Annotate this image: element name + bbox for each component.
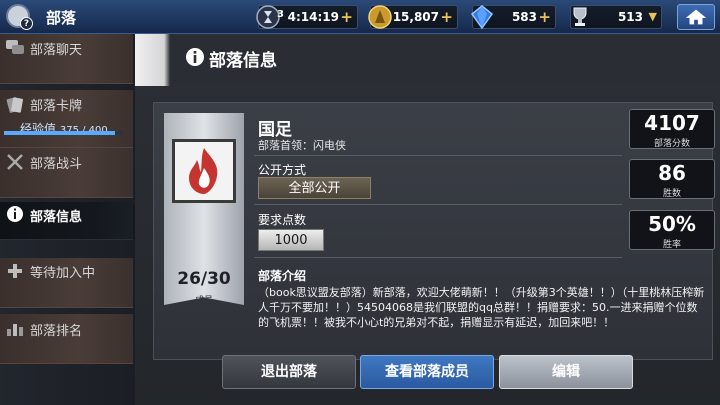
gold-value: 15,807 [392, 10, 439, 24]
stat-value: 4107 [644, 111, 700, 135]
header-band: 部落信息 [135, 34, 720, 86]
xp-progress-fill [4, 131, 115, 135]
help-icon[interactable]: ? [20, 17, 33, 30]
cards-icon [6, 97, 23, 113]
gold-plus-icon[interactable]: + [440, 8, 453, 26]
divider [254, 155, 622, 156]
timer-badge: 3 [277, 9, 284, 20]
required-points-label: 要求点数 [258, 213, 307, 227]
stat-wins: 86 胜数 [629, 159, 715, 199]
timer-resource[interactable]: 3 4:14:19 + [256, 5, 358, 29]
member-count-label: 成员 [194, 296, 213, 306]
gems-value: 583 [511, 10, 537, 24]
sidebar-item-ranking[interactable]: 部落排名 [0, 314, 133, 364]
clan-leader: 部落首领：闪电侠 [258, 139, 346, 152]
sidebar-item-label: 部落战斗 [30, 157, 83, 172]
divider [254, 204, 622, 205]
main-panel: 部落信息 26/30 成员 国足 部落首领：闪电侠 公开方式 全部公开 要求点数… [135, 34, 720, 405]
gold-coin-icon [368, 5, 392, 29]
page-title: 部落 [46, 9, 77, 27]
stat-caption: 部落分数 [653, 139, 690, 149]
trophy-icon [573, 7, 587, 26]
home-icon [685, 9, 707, 25]
ranking-icon [7, 324, 23, 336]
gold-resource[interactable]: 15,807 + [368, 5, 458, 29]
trophies-resource[interactable]: 513 ▼ [570, 5, 662, 29]
mode-value: 全部公开 [258, 177, 371, 199]
edit-button[interactable]: 编辑 [499, 355, 633, 389]
clan-badge-emblem [172, 139, 236, 203]
sidebar-item-label: 部落卡牌 [30, 99, 83, 114]
crossed-swords-icon [7, 154, 23, 170]
sidebar-item-info[interactable]: 部落信息 [0, 202, 133, 240]
sidebar-item-chat[interactable]: 部落聊天 [0, 34, 133, 84]
plus-icon [8, 264, 22, 278]
chat-icon [6, 40, 24, 54]
required-points-value: 1000 [258, 229, 324, 251]
sidebar-item-battle[interactable]: 部落战斗 [0, 148, 133, 198]
stat-value: 86 [658, 161, 686, 185]
leave-clan-button[interactable]: 退出部落 [222, 355, 356, 389]
mode-label: 公开方式 [258, 163, 307, 177]
intro-title: 部落介绍 [258, 269, 307, 283]
member-count: 26/30 [177, 269, 231, 289]
stat-win-rate: 50% 胜率 [629, 210, 715, 250]
clan-info-card: 26/30 成员 国足 部落首领：闪电侠 公开方式 全部公开 要求点数 1000… [153, 102, 715, 360]
divider [254, 257, 622, 258]
info-icon [7, 206, 23, 222]
view-members-button[interactable]: 查看部落成员 [360, 355, 494, 389]
sidebar-item-cards[interactable]: 部落卡牌 经验值 375 / 400 [0, 90, 133, 148]
stat-caption: 胜率 [662, 240, 681, 250]
sidebar-item-label: 部落信息 [30, 210, 83, 225]
sidebar-item-pending[interactable]: 等待加入中 [0, 258, 133, 308]
sidebar-item-label: 等待加入中 [30, 266, 96, 281]
top-bar: ? 部落 3 4:14:19 + 15,807 + 583 + 513 ▼ [0, 0, 720, 34]
stat-value: 50% [648, 212, 696, 236]
stat-caption: 胜数 [662, 189, 681, 199]
sidebar-item-label: 部落聊天 [30, 43, 83, 58]
section-title: 部落信息 [209, 51, 277, 71]
gem-icon [470, 5, 494, 30]
info-icon [186, 48, 204, 66]
gems-resource[interactable]: 583 + [470, 5, 556, 30]
flame-badge-icon [189, 148, 218, 194]
stat-clan-score: 4107 部落分数 [629, 109, 715, 149]
trophies-value: 513 [617, 10, 643, 24]
chevron-down-icon[interactable]: ▼ [649, 10, 657, 23]
home-button[interactable] [677, 4, 715, 30]
xp-progress-bar [4, 131, 122, 135]
clan-logo-icon[interactable]: ? [6, 4, 33, 30]
gems-plus-icon[interactable]: + [538, 8, 551, 26]
timer-plus-icon[interactable]: + [340, 8, 353, 26]
sidebar-item-label: 部落排名 [30, 324, 83, 339]
clan-badge: 26/30 成员 [164, 113, 244, 305]
intro-text: （book思议盟友部落）新部落，欢迎大佬萌新！！（升级第3个英雄！！）（十里桃林… [258, 286, 705, 329]
timer-value: 4:14:19 [287, 10, 339, 24]
sidebar: 部落聊天 部落卡牌 经验值 375 / 400 部落战斗 部落信息 [0, 34, 135, 405]
